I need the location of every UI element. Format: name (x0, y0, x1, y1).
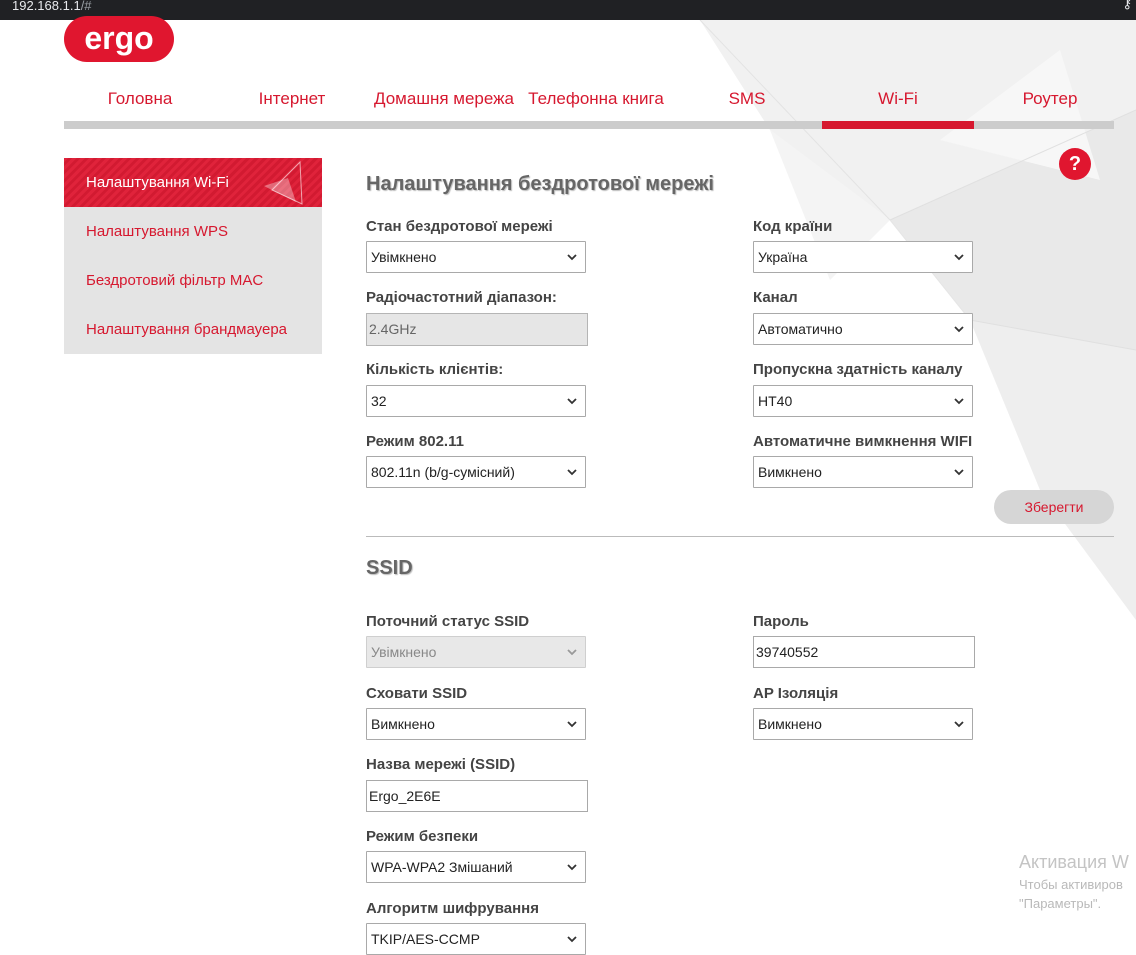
password-label: Пароль (753, 613, 809, 630)
main-nav: Головна Інтернет Домашня мережа Телефонн… (64, 84, 1114, 130)
nav-active-indicator (822, 121, 974, 129)
nav-home[interactable]: Головна (64, 84, 216, 122)
nav-internet[interactable]: Інтернет (216, 84, 368, 122)
wireless-state-select[interactable]: Увімкнено (366, 241, 586, 273)
chevron-down-icon (567, 936, 577, 943)
channel-label: Канал (753, 289, 798, 306)
ap-isolation-label: AP Ізоляція (753, 685, 839, 702)
address-url[interactable]: 192.168.1.1/# (12, 0, 92, 13)
channel-bandwidth-label: Пропускна здатність каналу (753, 361, 963, 378)
country-code-select[interactable]: Україна (753, 241, 973, 273)
sidebar: Налаштування Wi-Fi Налаштування WPS Безд… (64, 158, 322, 354)
sidebar-item-label: Налаштування Wi-Fi (86, 174, 229, 191)
hide-ssid-label: Сховати SSID (366, 685, 468, 702)
ssid-status-select: Увімкнено (366, 636, 586, 668)
radio-band-field: 2.4GHz (366, 313, 588, 346)
radio-band-label: Радіочастотний діапазон: (366, 289, 557, 306)
mode-80211-select[interactable]: 802.11n (b/g-сумісний) (366, 456, 586, 488)
sidebar-item-firewall[interactable]: Налаштування брандмауера (64, 305, 322, 354)
help-icon[interactable]: ? (1059, 148, 1091, 180)
chevron-down-icon (567, 721, 577, 728)
os-activation-watermark: Активация W Чтобы активиров "Параметры". (1019, 852, 1129, 911)
chevron-down-icon (567, 469, 577, 476)
channel-select[interactable]: Автоматично (753, 313, 973, 345)
logo-text: ergo (84, 20, 153, 56)
nav-wifi[interactable]: Wi-Fi (822, 84, 974, 122)
ssid-section-title: SSID (366, 557, 413, 579)
chevron-down-icon (954, 469, 964, 476)
encryption-label: Алгоритм шифрування (366, 900, 539, 917)
chevron-down-icon (954, 721, 964, 728)
nav-router[interactable]: Роутер (974, 84, 1126, 122)
sidebar-item-label: Налаштування брандмауера (86, 321, 287, 338)
chevron-down-icon (954, 254, 964, 261)
clients-count-select[interactable]: 32 (366, 385, 586, 417)
wireless-section-title: Налаштування бездротової мережі (366, 173, 714, 195)
ergo-logo[interactable]: ergo (64, 16, 174, 62)
mode-80211-label: Режим 802.11 (366, 433, 464, 450)
nav-home-network[interactable]: Домашня мережа (368, 84, 520, 122)
nav-phonebook[interactable]: Телефонна книга (520, 84, 672, 122)
chevron-down-icon (567, 864, 577, 871)
password-input[interactable]: 39740552 (753, 636, 975, 668)
wifi-auto-off-label: Автоматичне вимкнення WIFI (753, 433, 973, 450)
clients-count-label: Кількість клієнтів: (366, 361, 504, 378)
ssid-name-input[interactable]: Ergo_2E6E (366, 780, 588, 812)
nav-sms[interactable]: SMS (671, 84, 823, 122)
security-mode-label: Режим безпеки (366, 828, 479, 845)
save-button[interactable]: Зберегти (994, 490, 1114, 524)
sidebar-item-label: Бездротовий фільтр MAC (86, 272, 264, 289)
sidebar-item-label: Налаштування WPS (86, 223, 229, 240)
chevron-down-icon (567, 398, 577, 405)
sidebar-item-mac-filter[interactable]: Бездротовий фільтр MAC (64, 256, 322, 305)
security-mode-select[interactable]: WPA-WPA2 Змішаний (366, 851, 586, 883)
chevron-down-icon (954, 398, 964, 405)
chevron-down-icon (567, 649, 577, 656)
wireless-state-label: Стан бездротової мережі (366, 218, 553, 235)
ssid-name-label: Назва мережі (SSID) (366, 756, 516, 773)
hide-ssid-select[interactable]: Вимкнено (366, 708, 586, 740)
sidebar-decoration-icon (264, 160, 303, 205)
sidebar-item-wifi-settings[interactable]: Налаштування Wi-Fi (64, 158, 322, 207)
channel-bandwidth-select[interactable]: HT40 (753, 385, 973, 417)
key-icon[interactable]: ⚷ (1122, 0, 1132, 12)
chevron-down-icon (954, 326, 964, 333)
chevron-down-icon (567, 254, 577, 261)
ap-isolation-select[interactable]: Вимкнено (753, 708, 973, 740)
country-code-label: Код країни (753, 218, 833, 235)
sidebar-item-wps[interactable]: Налаштування WPS (64, 207, 322, 256)
ssid-status-label: Поточний статус SSID (366, 613, 530, 630)
wifi-auto-off-select[interactable]: Вимкнено (753, 456, 973, 488)
section-divider (366, 536, 1114, 537)
encryption-select[interactable]: TKIP/AES-CCMP (366, 923, 586, 955)
